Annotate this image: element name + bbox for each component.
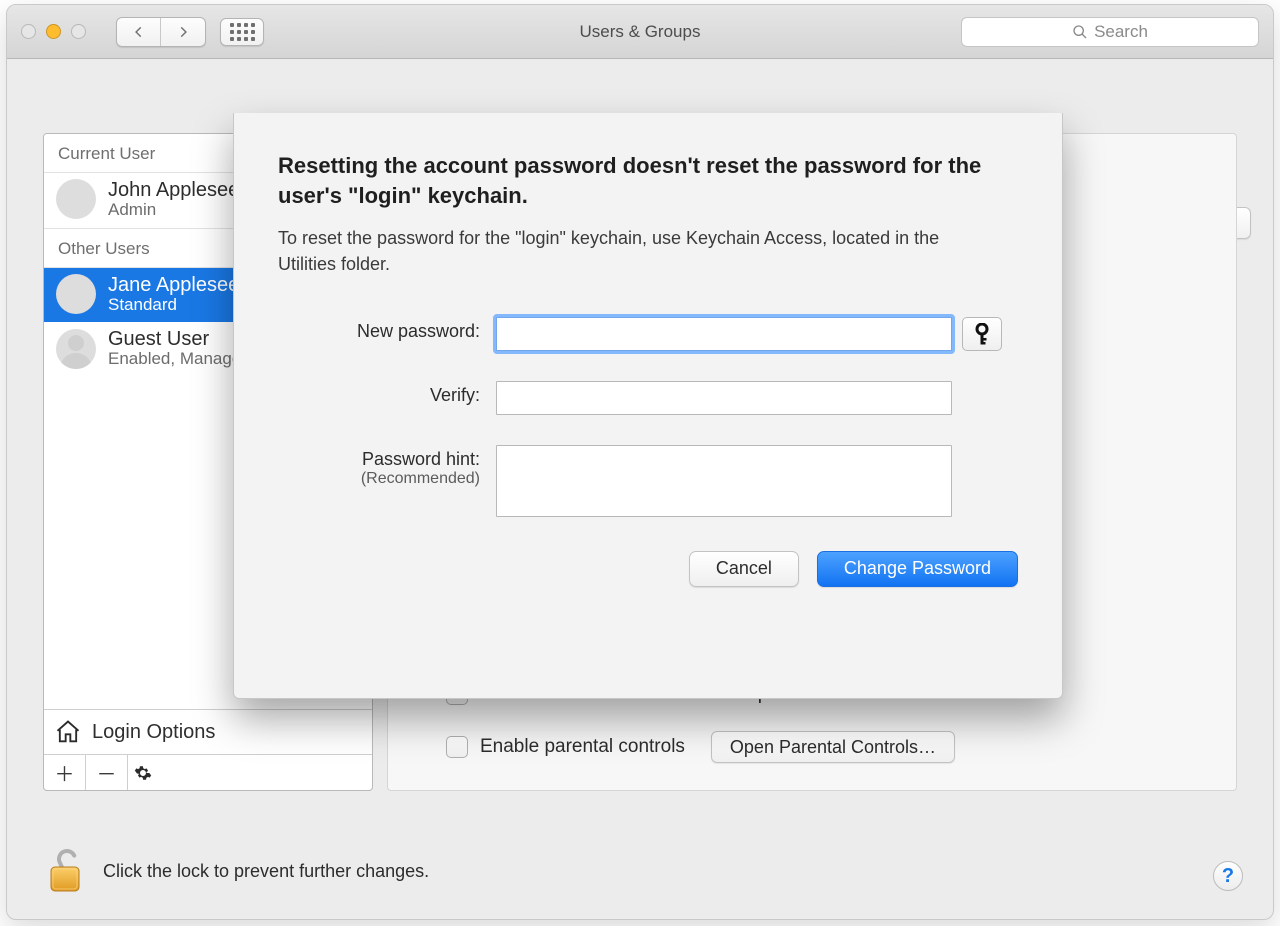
lock-row: Click the lock to prevent further change… bbox=[45, 847, 429, 895]
nav-back-forward bbox=[116, 17, 206, 47]
user-name: Jane Appleseed bbox=[108, 274, 250, 296]
login-options-row[interactable]: Login Options bbox=[44, 709, 372, 754]
new-password-label: New password: bbox=[357, 321, 480, 341]
show-all-button[interactable] bbox=[220, 18, 264, 46]
user-role: Enabled, Managed bbox=[108, 350, 251, 369]
search-field[interactable]: Search bbox=[961, 17, 1259, 47]
user-name: John Appleseed bbox=[108, 179, 250, 201]
hint-label: Password hint: bbox=[362, 449, 480, 469]
new-password-input[interactable] bbox=[496, 317, 952, 351]
user-name: Guest User bbox=[108, 328, 251, 350]
titlebar: Users & Groups Search bbox=[7, 5, 1273, 59]
reset-password-form: New password: Verify: bbox=[278, 317, 1018, 517]
back-button[interactable] bbox=[117, 18, 161, 46]
sheet-subtext: To reset the password for the "login" ke… bbox=[278, 226, 998, 276]
preferences-window: Users & Groups Search Change Password… C… bbox=[6, 4, 1274, 920]
open-parental-controls-button[interactable]: Open Parental Controls… bbox=[711, 731, 955, 763]
action-menu-button[interactable] bbox=[128, 755, 372, 790]
unlocked-lock-icon[interactable] bbox=[45, 847, 85, 895]
sheet-buttons: Cancel Change Password bbox=[278, 551, 1018, 587]
lock-text: Click the lock to prevent further change… bbox=[103, 861, 429, 882]
user-role: Admin bbox=[108, 201, 250, 220]
remove-user-button[interactable]: － bbox=[86, 755, 128, 790]
search-placeholder: Search bbox=[1094, 22, 1148, 42]
password-hint-input[interactable] bbox=[496, 445, 952, 517]
user-role: Standard bbox=[108, 296, 250, 315]
content-area: Change Password… Current User John Apple… bbox=[7, 59, 1273, 919]
minimize-window-button[interactable] bbox=[46, 24, 61, 39]
forward-button[interactable] bbox=[161, 18, 205, 46]
change-password-confirm-button[interactable]: Change Password bbox=[817, 551, 1018, 587]
password-assistant-button[interactable] bbox=[962, 317, 1002, 351]
parental-checkbox[interactable] bbox=[446, 736, 468, 758]
login-options-label: Login Options bbox=[92, 721, 215, 744]
hint-recommended-label: (Recommended) bbox=[278, 470, 480, 488]
verify-password-input[interactable] bbox=[496, 381, 952, 415]
help-button[interactable]: ? bbox=[1213, 861, 1243, 891]
close-window-button[interactable] bbox=[21, 24, 36, 39]
verify-label: Verify: bbox=[430, 385, 480, 405]
key-icon bbox=[973, 323, 991, 345]
reset-password-sheet: Resetting the account password doesn't r… bbox=[233, 113, 1063, 699]
grid-icon bbox=[230, 23, 255, 41]
cancel-button[interactable]: Cancel bbox=[689, 551, 799, 587]
sidebar-actions: ＋ － bbox=[44, 754, 372, 790]
home-icon bbox=[54, 718, 82, 746]
window-controls bbox=[21, 24, 86, 39]
zoom-window-button[interactable] bbox=[71, 24, 86, 39]
search-icon bbox=[1072, 24, 1088, 40]
parental-checkbox-label: Enable parental controls bbox=[480, 736, 685, 758]
avatar-globe-icon bbox=[56, 179, 96, 219]
gear-icon bbox=[134, 764, 152, 782]
avatar-silhouette-icon bbox=[56, 329, 96, 369]
avatar-target-icon bbox=[56, 274, 96, 314]
parental-checkbox-row: Enable parental controls Open Parental C… bbox=[446, 731, 955, 763]
sheet-heading: Resetting the account password doesn't r… bbox=[278, 151, 1018, 210]
add-user-button[interactable]: ＋ bbox=[44, 755, 86, 790]
